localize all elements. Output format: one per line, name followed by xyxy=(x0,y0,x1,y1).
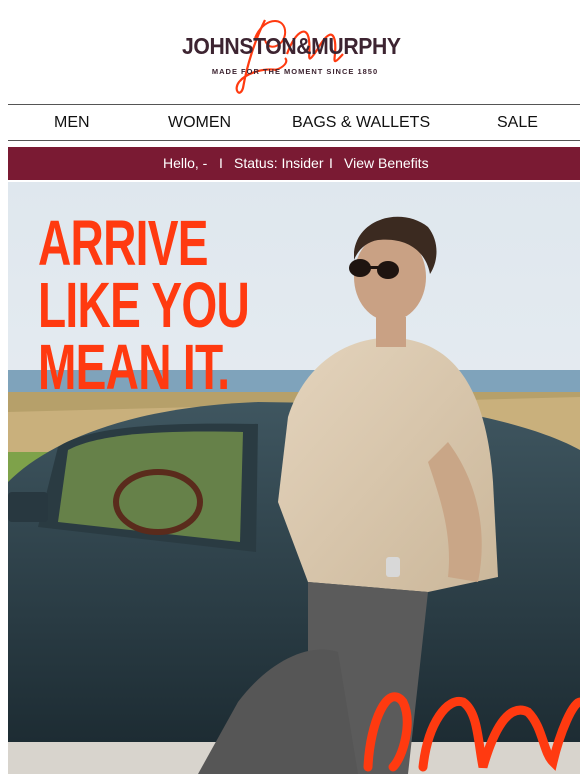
nav-bottom-divider xyxy=(8,140,580,141)
email-header: JOHNSTON&MURPHY MADE FOR THE MOMENT SINC… xyxy=(0,0,580,104)
nav-item-women[interactable]: WOMEN xyxy=(168,114,231,132)
member-status-bar: Hello, - I Status: Insider I View Benefi… xyxy=(8,147,580,180)
headline-line: MEAN IT. xyxy=(38,331,230,403)
status-separator: I xyxy=(219,155,223,171)
member-status-text: Status: Insider xyxy=(234,155,324,171)
nav-item-sale[interactable]: SALE xyxy=(497,114,538,132)
hero-banner[interactable]: ARRIVE LIKE YOU MEAN IT. xyxy=(8,182,580,774)
headline-line: ARRIVE xyxy=(38,207,209,279)
nav-item-men[interactable]: MEN xyxy=(54,114,90,132)
view-benefits-link[interactable]: View Benefits xyxy=(344,155,429,171)
brand-wordmark[interactable]: JOHNSTON&MURPHY xyxy=(182,33,401,60)
greeting-text: Hello, - xyxy=(163,155,208,171)
status-separator: I xyxy=(329,155,333,171)
main-navigation: MEN WOMEN BAGS & WALLETS SALE xyxy=(8,105,580,140)
headline-line: LIKE YOU xyxy=(38,269,250,341)
hero-headline: ARRIVE LIKE YOU MEAN IT. xyxy=(38,207,250,403)
brand-tagline: MADE FOR THE MOMENT SINCE 1850 xyxy=(211,67,379,76)
nav-item-bags-wallets[interactable]: BAGS & WALLETS xyxy=(292,114,430,132)
